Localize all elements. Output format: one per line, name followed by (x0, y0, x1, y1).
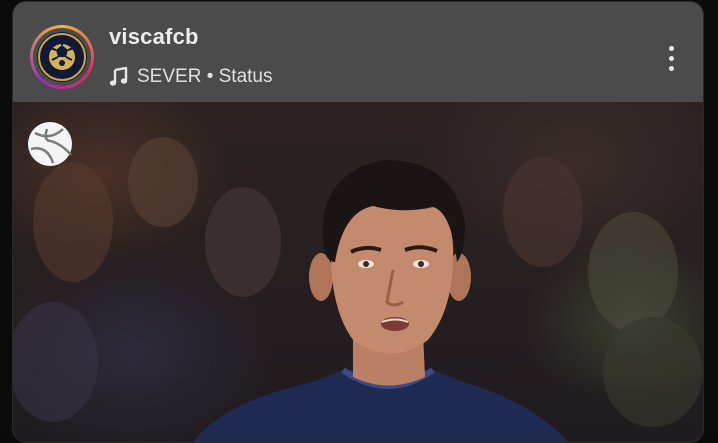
avatar[interactable] (37, 32, 87, 82)
more-dot (668, 45, 674, 51)
player-ear-left (309, 253, 333, 301)
story-ring[interactable] (30, 25, 94, 89)
more-dot (668, 65, 674, 71)
username-link[interactable]: viscafcb (109, 24, 199, 50)
football-ball-icon (28, 122, 72, 166)
post-card: viscafcb SEVER • Status (12, 1, 704, 443)
audio-attribution[interactable]: SEVER • Status (109, 66, 273, 88)
screen-frame: viscafcb SEVER • Status (0, 0, 718, 443)
music-note-icon (109, 67, 128, 86)
more-options-icon[interactable] (659, 40, 683, 76)
more-dot (668, 55, 674, 61)
football-club-logo-icon (38, 33, 86, 81)
avatar-border (33, 28, 91, 86)
player-photo-illustration (13, 137, 703, 442)
audio-label: SEVER • Status (137, 66, 273, 87)
post-photo[interactable] (13, 102, 703, 442)
post-header: viscafcb SEVER • Status (13, 2, 703, 102)
